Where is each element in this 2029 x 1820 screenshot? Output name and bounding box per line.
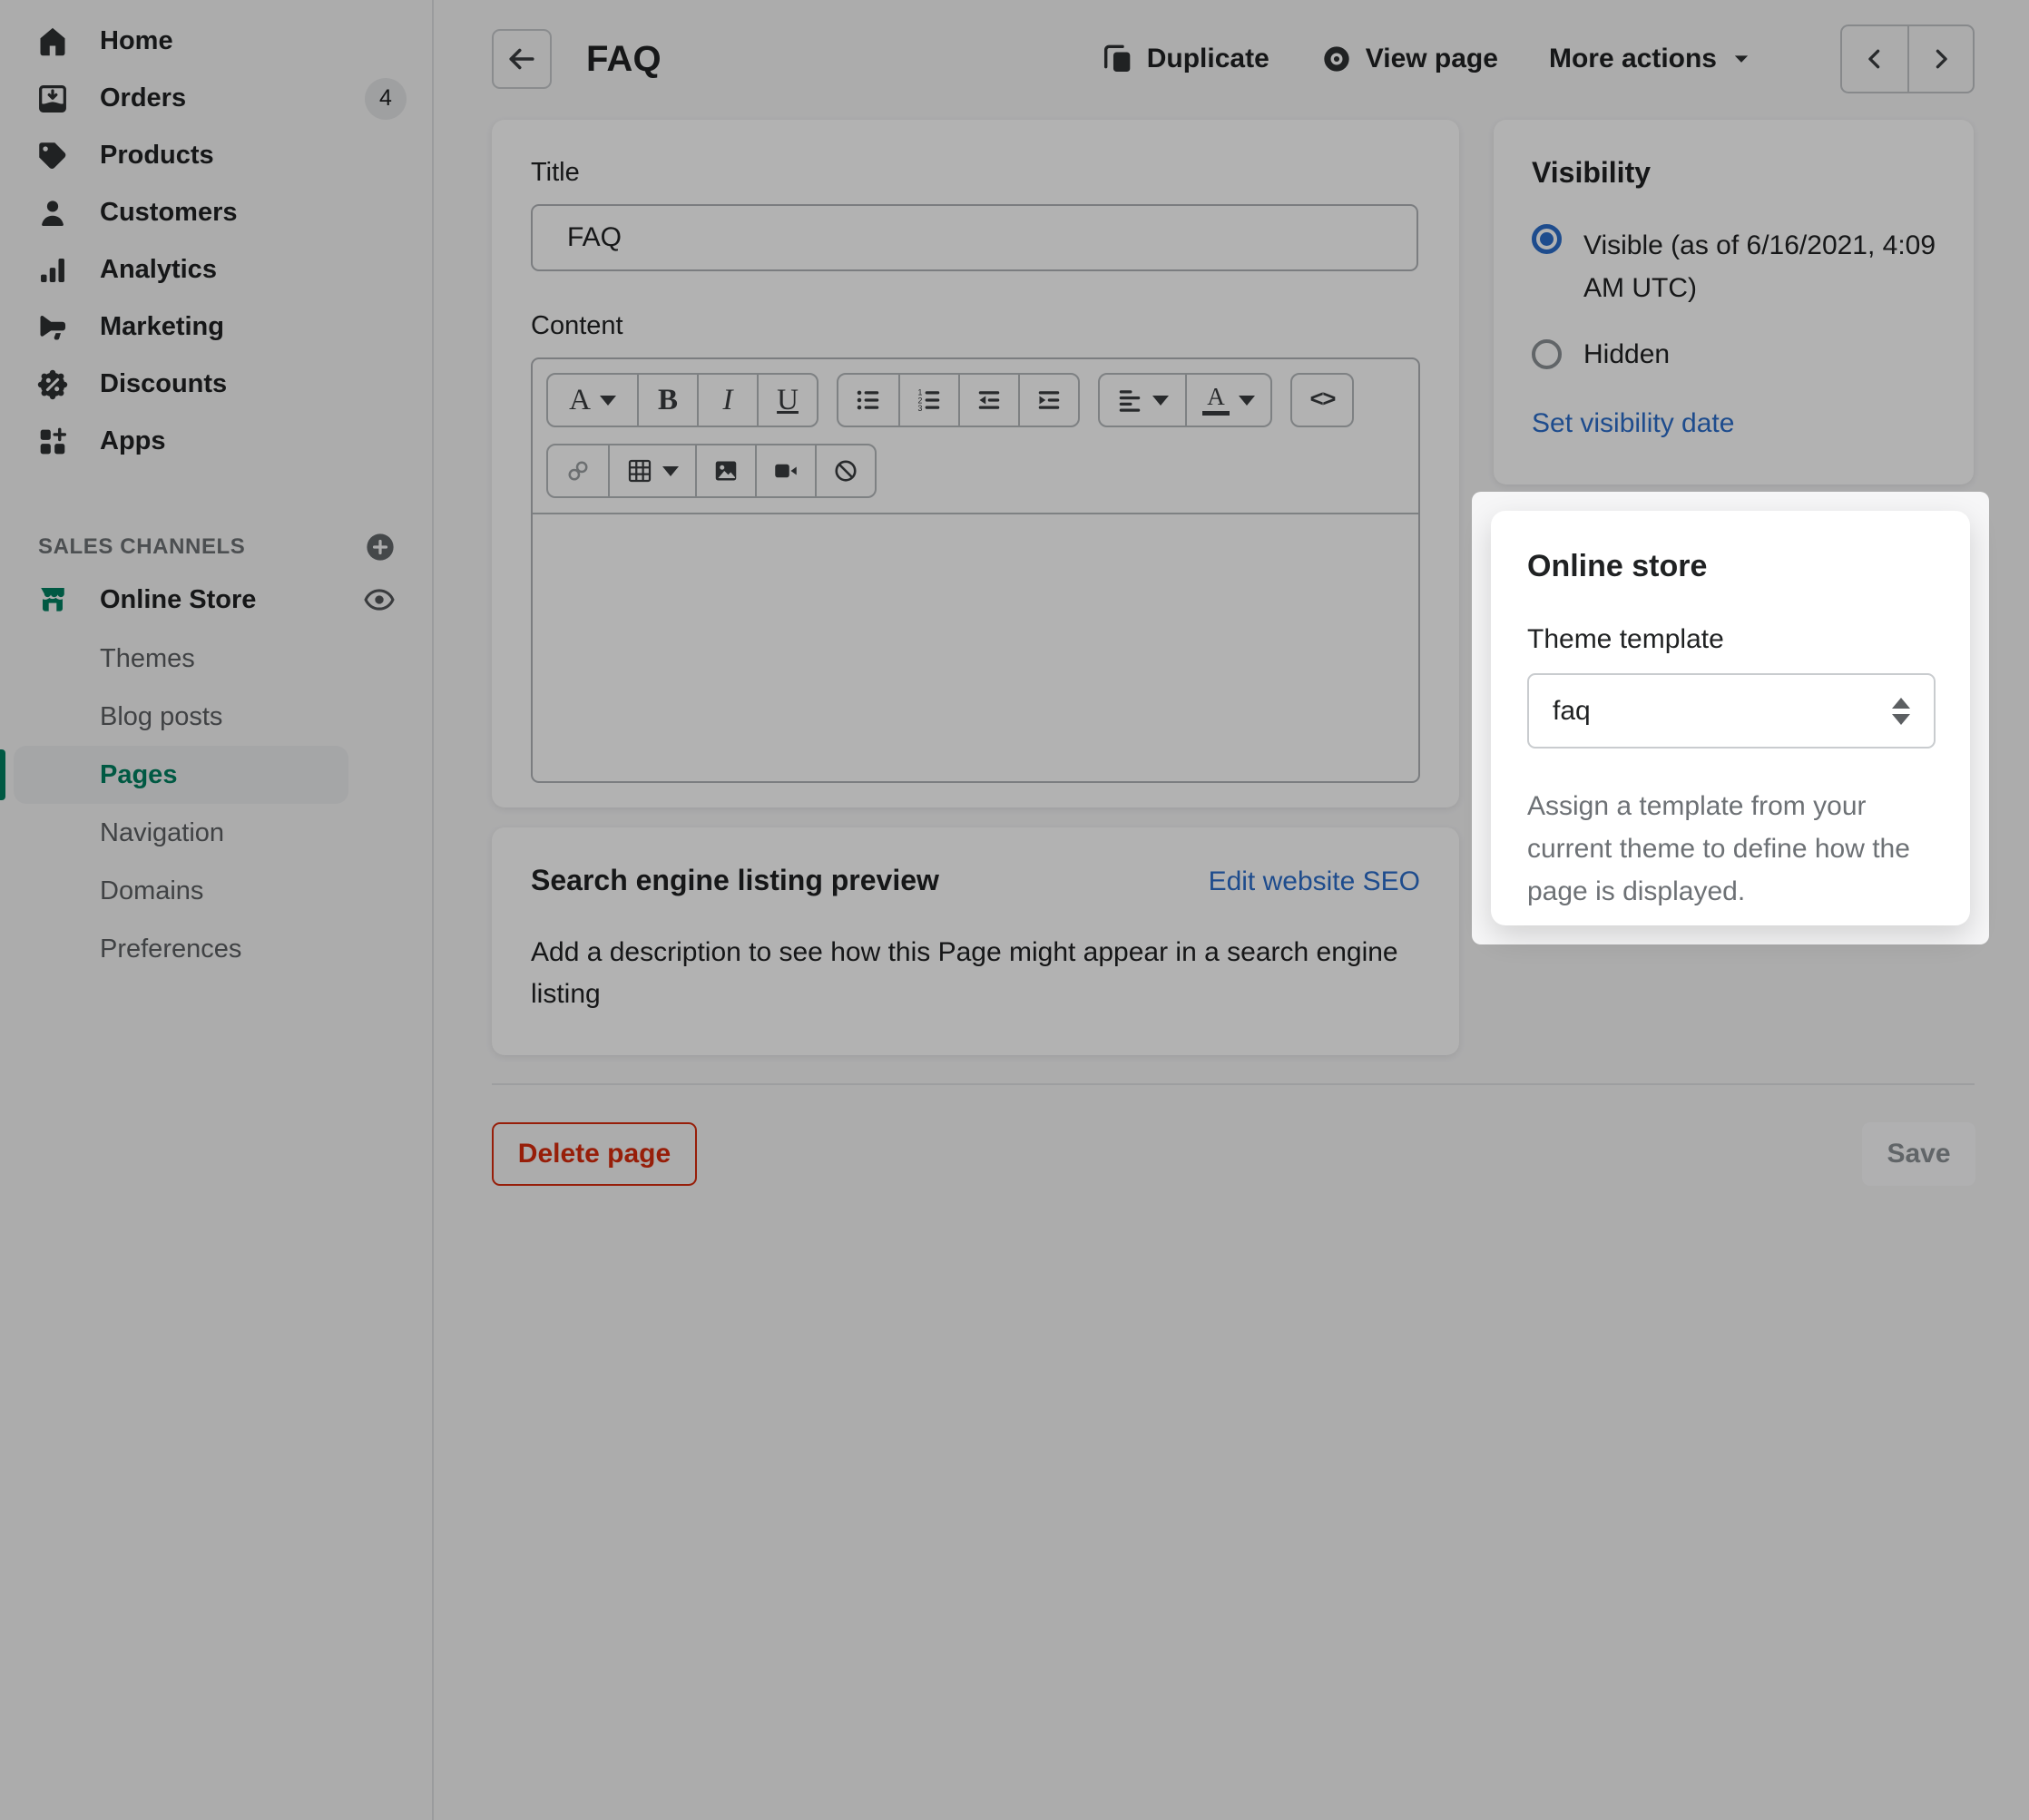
online-store-spotlight: Online store Theme template faq Assign a… (1472, 492, 1989, 944)
online-store-card: Online store Theme template faq Assign a… (1491, 511, 1970, 925)
theme-template-value: faq (1553, 695, 1591, 726)
online-store-card-title: Online store (1527, 549, 1708, 583)
shopify-admin-page: Home Orders 4 Products Customers Analyti… (0, 0, 2029, 1820)
theme-template-select[interactable]: faq (1527, 673, 1936, 749)
theme-template-description: Assign a template from your current them… (1527, 791, 1910, 906)
theme-template-label: Theme template (1527, 624, 1724, 654)
select-arrows-icon (1892, 697, 1910, 725)
